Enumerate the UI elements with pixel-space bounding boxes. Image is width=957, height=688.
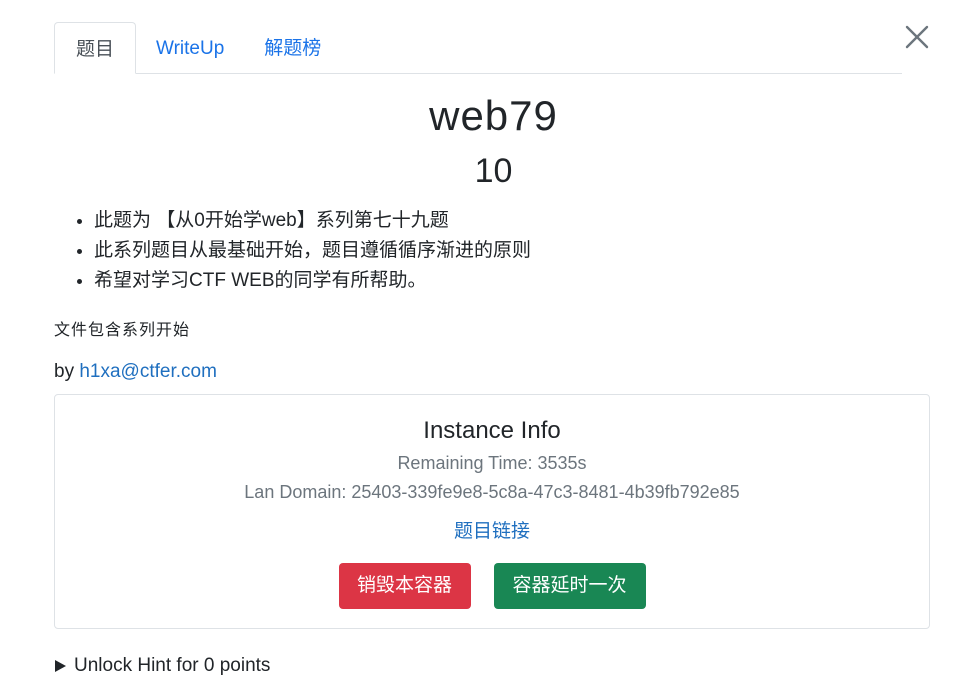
- lan-domain: Lan Domain: 25403-339fe9e8-5c8a-47c3-848…: [244, 482, 740, 502]
- instance-actions: 销毁本容器 容器延时一次: [55, 563, 929, 609]
- challenge-description: 此题为 【从0开始学web】系列第七十九题 此系列题目从最基础开始，题目遵循循序…: [54, 206, 531, 296]
- challenge-subdescription: 文件包含系列开始: [54, 322, 191, 339]
- tab-challenge[interactable]: 题目: [54, 22, 136, 74]
- unlock-hint-label: Unlock Hint for 0 points: [74, 655, 271, 676]
- instance-title: Instance Info: [423, 417, 561, 444]
- author-prefix: by: [54, 361, 80, 382]
- challenge-value: 10: [474, 152, 513, 190]
- author-email-link[interactable]: h1xa@ctfer.com: [79, 361, 217, 382]
- challenge-tabs: 题目 WriteUp 解题榜: [54, 22, 902, 74]
- close-button[interactable]: [900, 20, 934, 54]
- remaining-time: Remaining Time: 3535s: [397, 453, 587, 473]
- tab-solves[interactable]: 解题榜: [244, 22, 341, 73]
- challenge-modal: 题目 WriteUp 解题榜 web79 10 此题为 【从0开始学web】系列…: [0, 0, 957, 688]
- close-icon: [905, 25, 929, 49]
- description-item: 希望对学习CTF WEB的同学有所帮助。: [94, 266, 531, 296]
- instance-info-card: Instance Info Remaining Time: 3535s Lan …: [54, 394, 930, 629]
- challenge-link[interactable]: 题目链接: [55, 516, 929, 543]
- unlock-hint-toggle[interactable]: Unlock Hint for 0 points: [54, 655, 270, 677]
- description-item: 此题为 【从0开始学web】系列第七十九题: [94, 206, 531, 236]
- challenge-name: web79: [429, 92, 558, 139]
- description-item: 此系列题目从最基础开始，题目遵循循序渐进的原则: [94, 236, 531, 266]
- triangle-right-icon: [55, 660, 66, 672]
- destroy-container-button[interactable]: 销毁本容器: [338, 563, 471, 609]
- tab-writeup[interactable]: WriteUp: [136, 22, 244, 73]
- extend-container-button[interactable]: 容器延时一次: [493, 563, 646, 609]
- challenge-author: by h1xa@ctfer.com: [54, 361, 217, 383]
